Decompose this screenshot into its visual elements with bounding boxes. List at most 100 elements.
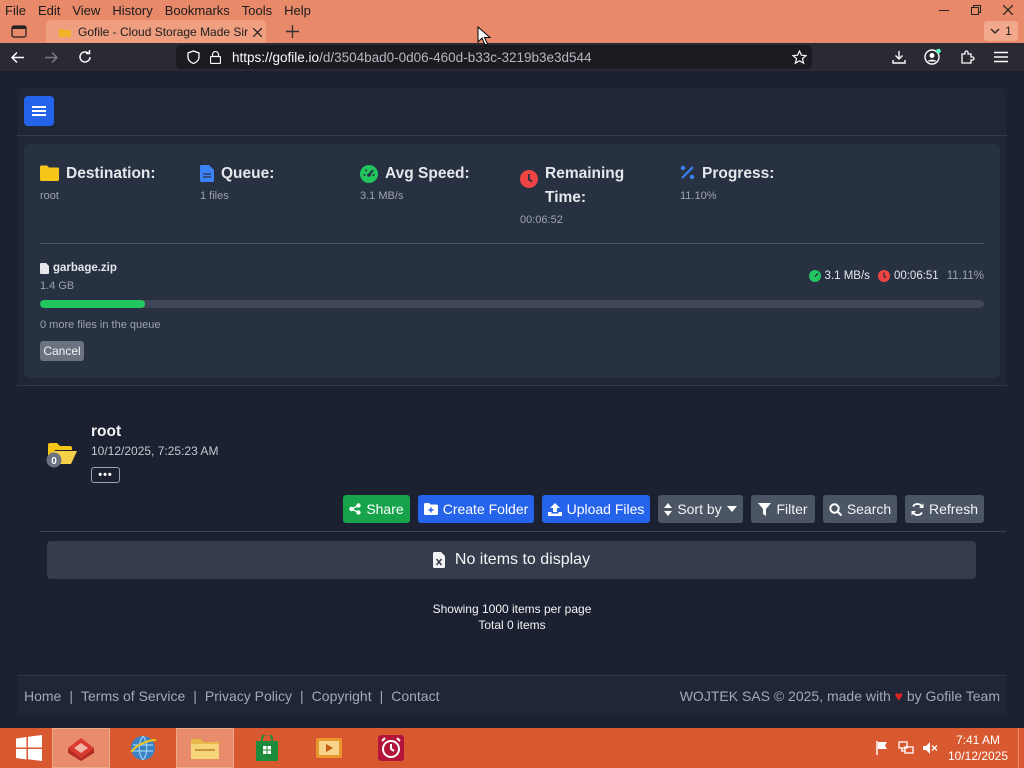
url-text: https://gofile.io/d/3504bad0-0d06-460d-b… (232, 49, 592, 65)
queue-stat: Queue: 1 files (200, 162, 274, 202)
tab-count: 1 (1005, 24, 1012, 38)
back-button[interactable] (0, 43, 34, 71)
upload-file-stats: 3.1 MB/s 00:06:51 11.11% (801, 270, 984, 282)
restore-icon (971, 5, 981, 15)
start-button[interactable] (0, 728, 58, 768)
extensions-button[interactable] (950, 43, 984, 71)
taskbar-ie[interactable] (114, 728, 172, 768)
new-tab-button[interactable] (280, 21, 304, 42)
tab-list-button[interactable] (8, 22, 30, 40)
clock-date: 10/12/2025 (947, 749, 1009, 763)
hamburger-menu-button[interactable] (984, 43, 1018, 71)
menu-tools[interactable]: Tools (236, 3, 278, 18)
minimize-button[interactable] (928, 0, 960, 20)
windows-taskbar: 7:41 AM 10/12/2025 (0, 728, 1024, 768)
filter-button[interactable]: Filter (751, 495, 815, 523)
cancel-upload-button[interactable]: Cancel (40, 341, 84, 361)
tab-list-icon (11, 25, 27, 38)
taskbar-firefox[interactable] (52, 728, 110, 768)
tab-gofile[interactable]: Gofile - Cloud Storage Made Sir (46, 20, 266, 43)
sidebar-toggle-button[interactable] (24, 96, 54, 126)
refresh-button[interactable]: Refresh (905, 495, 984, 523)
heart-icon: ♥ (894, 687, 903, 704)
tab-title: Gofile - Cloud Storage Made Sir (78, 24, 248, 39)
window-controls (928, 0, 1024, 20)
folder-plus-icon (423, 503, 438, 515)
clock-icon (520, 170, 538, 188)
menu-bar: File Edit View History Bookmarks Tools H… (0, 0, 317, 20)
remaining-time-value: 00:06:52 (520, 214, 563, 226)
alarm-clock-icon (378, 735, 404, 761)
taskbar-store[interactable] (238, 728, 296, 768)
taskbar-media-player[interactable] (300, 728, 358, 768)
clock-icon (877, 270, 890, 282)
footer-link-contact[interactable]: Contact (391, 688, 439, 704)
sort-by-dropdown[interactable]: Sort by (658, 495, 743, 523)
progress-value: 11.10% (680, 190, 717, 202)
menu-edit[interactable]: Edit (32, 3, 66, 18)
close-window-button[interactable] (992, 0, 1024, 20)
menu-help[interactable]: Help (278, 3, 317, 18)
menu-bookmarks[interactable]: Bookmarks (159, 3, 236, 18)
speedometer-icon (360, 165, 378, 183)
search-button[interactable]: Search (823, 495, 897, 523)
avg-speed-label: Avg Speed: (385, 165, 470, 182)
restore-button[interactable] (960, 0, 992, 20)
folder-more-options-button[interactable]: ••• (91, 467, 120, 483)
footer-link-home[interactable]: Home (24, 688, 61, 704)
sort-icon (664, 502, 673, 516)
volume-muted-icon[interactable] (918, 741, 942, 755)
progress-label: Progress: (702, 165, 775, 182)
mouse-cursor-icon (477, 26, 491, 46)
folder-open-icon: 0 (46, 443, 77, 468)
downloads-button[interactable] (882, 43, 916, 71)
taskbar-clock[interactable]: 7:41 AM 10/12/2025 (942, 732, 1014, 764)
footer-links: Home | Terms of Service | Privacy Policy | Cop… (24, 687, 440, 704)
tab-strip: Gofile - Cloud Storage Made Sir 1 (0, 20, 1024, 43)
bookmark-star-button[interactable] (790, 48, 808, 66)
share-button[interactable]: Share (343, 495, 410, 523)
action-center-icon[interactable] (870, 741, 894, 755)
remaining-time-stat: Remaining Time: 00:06:52 (520, 162, 650, 226)
tab-close-button[interactable] (248, 24, 266, 40)
footer-link-terms[interactable]: Terms of Service (81, 688, 185, 704)
navigation-bar: https://gofile.io/d/3504bad0-0d06-460d-b… (0, 43, 1024, 71)
gofile-favicon-icon (59, 28, 71, 37)
video-icon (316, 738, 342, 758)
upload-files-button[interactable]: Upload Files (542, 495, 650, 523)
show-desktop-button[interactable] (1018, 728, 1024, 768)
queue-label: Queue: (221, 165, 275, 182)
taskbar-file-explorer[interactable] (176, 728, 234, 768)
queue-value: 1 files (200, 190, 229, 202)
taskbar-alarms[interactable] (362, 728, 420, 768)
folder-name: root (91, 423, 122, 440)
percent-icon (680, 165, 695, 180)
tracking-shield-icon[interactable] (184, 48, 202, 66)
reload-button[interactable] (68, 43, 102, 71)
pagination-info: Showing 1000 items per page Total 0 item… (0, 601, 1024, 633)
page-content: Destination: root Queue: 1 files Avg Spe… (0, 71, 1024, 728)
chevron-down-icon (990, 28, 1000, 34)
menu-file[interactable]: File (0, 3, 32, 18)
footer-link-privacy[interactable]: Privacy Policy (205, 688, 292, 704)
filter-icon (758, 502, 772, 516)
progress-stat: Progress: 11.10% (680, 162, 774, 202)
upload-icon (547, 502, 562, 516)
download-icon (892, 51, 906, 64)
queue-note: 0 more files in the queue (40, 319, 161, 331)
upload-file-name-row: garbage.zip (40, 262, 117, 274)
forward-button[interactable] (34, 43, 68, 71)
url-bar[interactable]: https://gofile.io/d/3504bad0-0d06-460d-b… (176, 45, 812, 69)
folder-icon (191, 739, 219, 759)
footer-link-copyright[interactable]: Copyright (312, 688, 372, 704)
menu-view[interactable]: View (66, 3, 106, 18)
account-button[interactable] (916, 43, 950, 71)
lock-icon[interactable] (206, 48, 224, 66)
create-folder-button[interactable]: Create Folder (418, 495, 534, 523)
all-tabs-button[interactable]: 1 (984, 21, 1018, 41)
menu-history[interactable]: History (106, 3, 158, 18)
network-icon[interactable] (894, 741, 918, 755)
caret-down-icon (726, 506, 737, 512)
empty-state: No items to display (47, 541, 976, 579)
file-icon (40, 262, 49, 274)
